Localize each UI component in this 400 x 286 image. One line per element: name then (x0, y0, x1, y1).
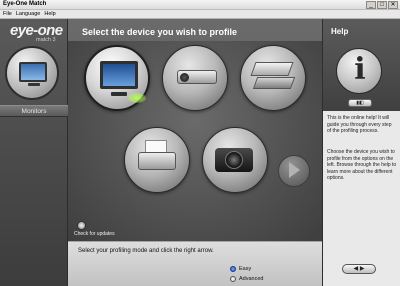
mode-easy-label: Easy (239, 266, 252, 272)
radio-dot (230, 276, 236, 282)
selection-glow (128, 93, 146, 103)
mode-prompt: Select your profiling mode and click the… (78, 248, 214, 254)
nav-buttons[interactable]: ◀ ▶ (342, 264, 376, 274)
arrow-right-icon (289, 162, 300, 178)
logo-subtext: match 3 (36, 37, 56, 43)
monitor-stand-icon (111, 92, 127, 96)
menu-language[interactable]: Language (16, 10, 40, 18)
window-title: Eye-One Match (3, 1, 47, 7)
menu-bar: File Language Help (0, 10, 400, 19)
device-printer-button[interactable] (124, 127, 190, 193)
window-controls: _ □ ✕ (366, 1, 398, 9)
page-title: Select the device you wish to profile (82, 27, 238, 37)
info-glyph: i (354, 52, 366, 87)
device-camera-button[interactable] (202, 127, 268, 193)
minimize-button[interactable]: _ (366, 1, 376, 9)
monitor-screen-shape (19, 62, 47, 82)
help-paragraph-2: Choose the device you wish to profile fr… (327, 149, 397, 181)
app-body: eye-one match 3 Monitors Select the devi… (0, 19, 400, 286)
device-scanner-button[interactable] (240, 45, 306, 111)
projector-lens-icon (180, 73, 189, 82)
check-updates-label: Check for updates (74, 231, 115, 237)
logo: eye-one match 3 (6, 22, 64, 46)
radio-dot (230, 266, 236, 272)
mode-easy-radio[interactable]: Easy (230, 266, 251, 272)
info-icon: i (336, 48, 382, 94)
mode-advanced-label: Advanced (239, 276, 264, 282)
device-monitor-button[interactable] (84, 45, 150, 111)
mode-advanced-radio[interactable]: Advanced (230, 276, 263, 282)
mode-panel: Select your profiling mode and click the… (68, 241, 322, 286)
monitor-category-icon[interactable] (5, 46, 59, 100)
help-panel: Help i ▮◧ This is the online help! It wi… (322, 19, 400, 286)
close-button[interactable]: ✕ (388, 1, 398, 9)
monitor-icon (100, 61, 138, 89)
left-panel: eye-one match 3 Monitors (0, 19, 68, 286)
scanner-icon (250, 62, 294, 76)
printer-icon (138, 152, 176, 170)
device-projector-button[interactable] (162, 45, 228, 111)
help-toggle-button[interactable]: ▮◧ (348, 99, 372, 107)
main-panel: Select the device you wish to profile Ch… (68, 19, 322, 286)
help-paragraph-1: This is the online help! It will guide y… (327, 115, 392, 134)
menu-file[interactable]: File (3, 10, 12, 18)
help-title: Help (331, 27, 349, 36)
device-stage: Check for updates (68, 41, 322, 241)
category-label: Monitors (0, 105, 68, 117)
scanner-base-icon (252, 77, 296, 89)
menu-help[interactable]: Help (44, 10, 55, 18)
next-arrow-button[interactable] (278, 155, 310, 187)
title-bar: Eye-One Match _ □ ✕ (0, 0, 400, 10)
globe-icon (77, 221, 86, 230)
maximize-button[interactable]: □ (377, 1, 387, 9)
camera-lens-icon (225, 151, 243, 169)
help-header: Help i ▮◧ (323, 19, 400, 111)
monitor-stand-shape (28, 83, 40, 86)
